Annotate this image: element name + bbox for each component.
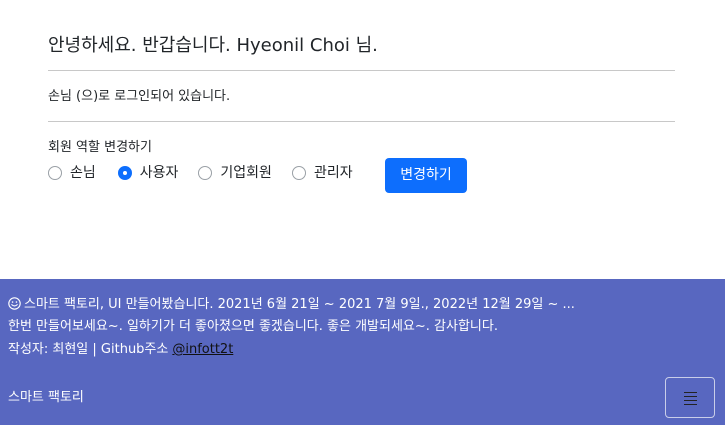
radio-button-user[interactable]	[117, 166, 132, 180]
hamburger-menu-button[interactable]	[665, 377, 715, 418]
role-option-label: 관리자	[313, 165, 353, 181]
role-change-title: 회원 역할 변경하기	[48, 140, 152, 155]
role-option-business[interactable]: 기업회원	[198, 164, 272, 182]
divider	[48, 121, 675, 122]
author-text: 작성자: 최현일 | Github주소	[8, 342, 169, 357]
github-link[interactable]: @infott2t	[172, 342, 233, 357]
footer-line-3: 작성자: 최현일 | Github주소 @infott2t	[8, 340, 233, 360]
role-option-user[interactable]: 사용자	[117, 164, 179, 182]
role-option-label: 사용자	[139, 165, 179, 181]
footer-line-1-text: 스마트 팩토리, UI 만들어봤습니다. 2021년 6월 21일 ~ 2021…	[24, 297, 575, 312]
role-option-label: 손님	[70, 165, 96, 181]
login-status-text: 손님 (으)로 로그인되어 있습니다.	[48, 89, 231, 104]
smile-icon	[8, 297, 21, 310]
footer-line-1: 스마트 팩토리, UI 만들어봤습니다. 2021년 6월 21일 ~ 2021…	[8, 295, 575, 315]
role-option-label: 기업회원	[220, 165, 272, 181]
role-option-guest[interactable]: 손님	[48, 164, 96, 182]
brand-name[interactable]: 스마트 팩토리	[8, 389, 84, 407]
divider	[48, 70, 675, 71]
role-option-admin[interactable]: 관리자	[291, 164, 353, 182]
greeting-heading: 안녕하세요. 반갑습니다. Hyeonil Choi 님.	[48, 35, 378, 56]
change-role-button[interactable]: 변경하기	[385, 158, 467, 193]
footer-line-2: 한번 만들어보세요~. 일하기가 더 좋아졌으면 좋겠습니다. 좋은 개발되세요…	[8, 319, 498, 334]
radio-button-business[interactable]	[198, 166, 213, 180]
role-radio-group: 손님 사용자 기업회원 관리자	[48, 164, 373, 182]
radio-button-admin[interactable]	[291, 166, 306, 180]
footer: 스마트 팩토리, UI 만들어봤습니다. 2021년 6월 21일 ~ 2021…	[0, 279, 725, 425]
radio-button-guest[interactable]	[48, 166, 62, 180]
